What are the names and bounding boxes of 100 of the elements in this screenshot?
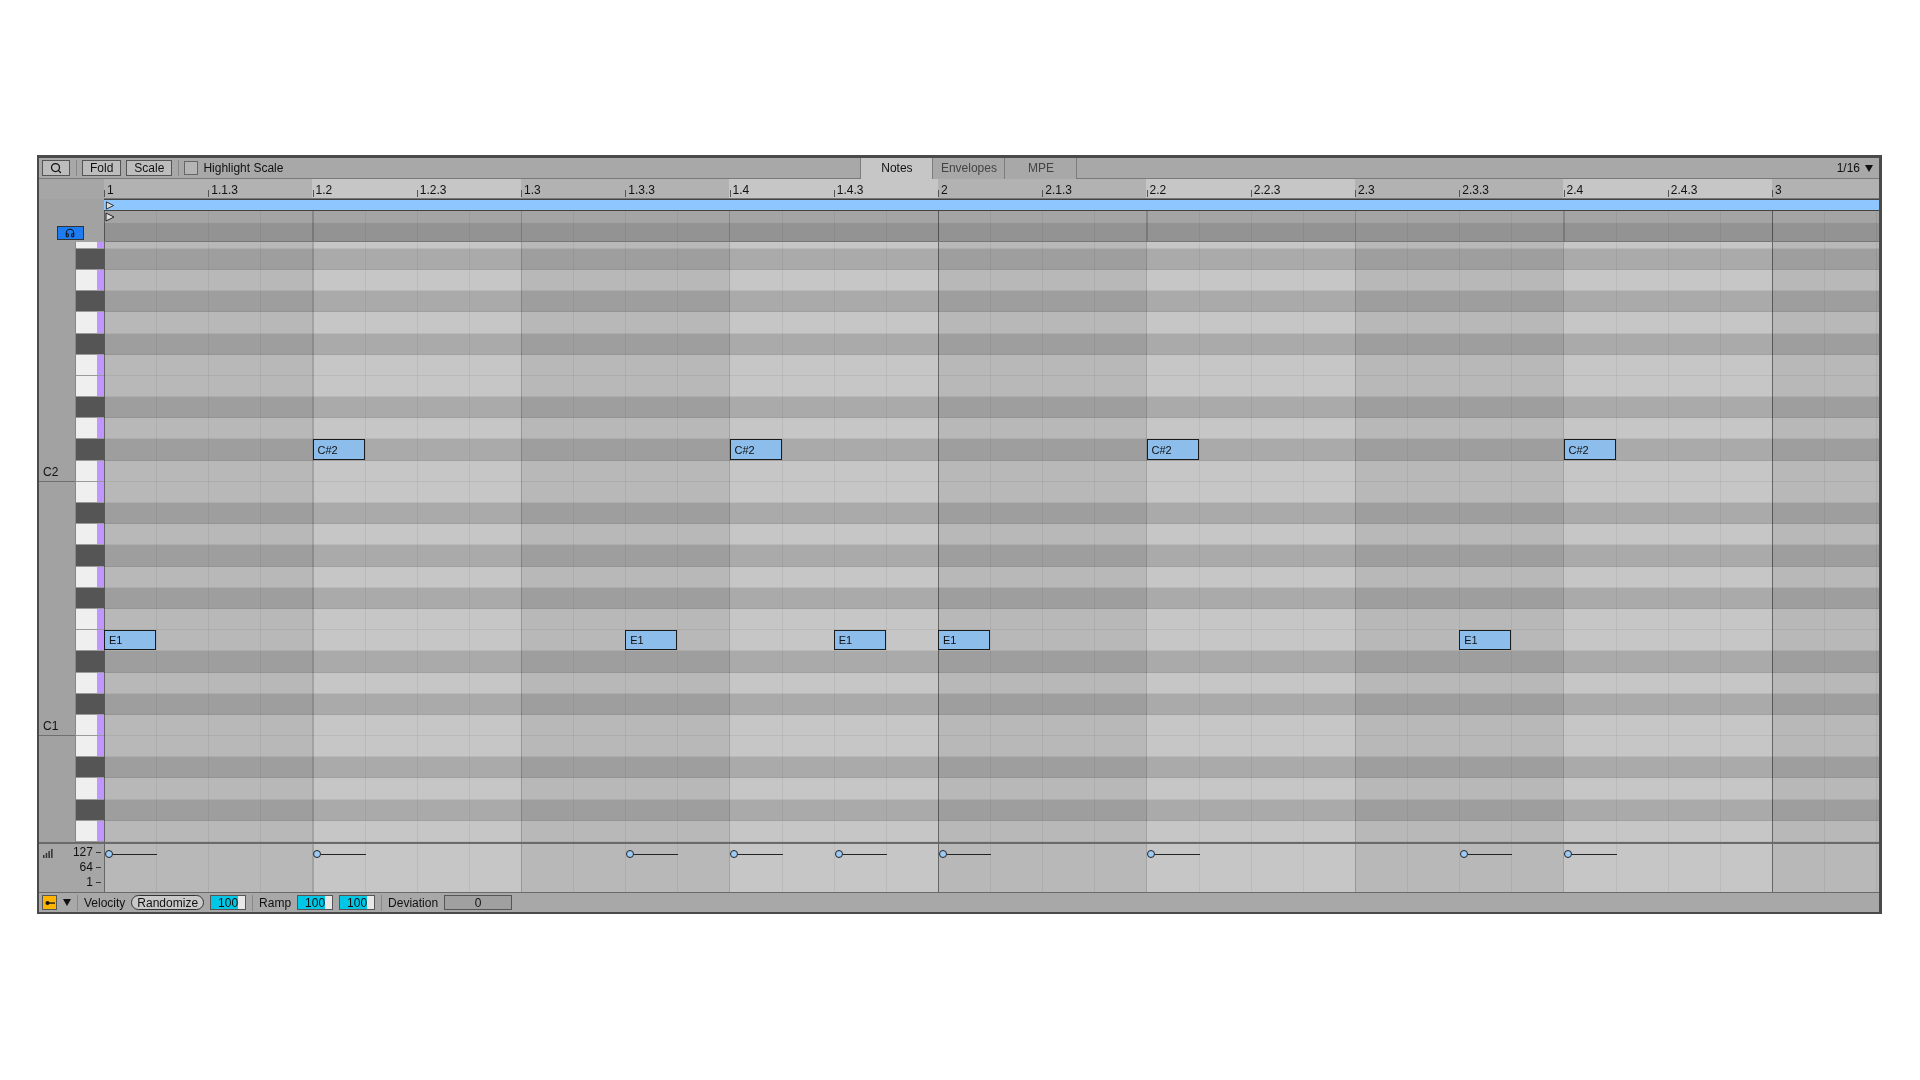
note-length-line (1155, 854, 1200, 855)
ruler-label: 2.2.3 (1250, 184, 1281, 197)
ruler-label: 2 (938, 184, 948, 197)
piano-key[interactable] (76, 333, 104, 355)
note-row[interactable] (104, 566, 1879, 588)
midi-note[interactable]: C#2 (729, 439, 782, 460)
piano-key[interactable] (76, 375, 104, 398)
piano-key[interactable] (76, 439, 104, 461)
octave-label: C2 (39, 460, 75, 482)
piano-key[interactable] (76, 397, 104, 419)
ruler-label: 2.1.3 (1042, 184, 1072, 197)
piano-key[interactable] (76, 651, 104, 673)
note-row[interactable] (104, 672, 1879, 694)
note-row[interactable] (104, 693, 1879, 715)
randomize-button[interactable]: Randomize (131, 895, 205, 910)
draw-mode-button[interactable] (42, 895, 57, 910)
fold-button[interactable]: Fold (82, 160, 122, 176)
ruler-label: 2.3.3 (1459, 184, 1489, 197)
velocity-handle[interactable] (626, 850, 635, 858)
note-length-line (634, 854, 679, 855)
piano-key[interactable] (76, 418, 104, 440)
velocity-handle[interactable] (313, 850, 322, 858)
ruler-label: 1 (104, 184, 114, 197)
piano-key[interactable] (76, 799, 104, 821)
note-length-line (321, 854, 366, 855)
ruler-label: 1.2.3 (416, 184, 447, 197)
ruler-label: 2.3 (1355, 184, 1375, 197)
midi-note[interactable]: C#2 (1146, 439, 1199, 460)
number-field[interactable]: 100 (297, 895, 334, 910)
headphones-icon (65, 227, 75, 238)
ruler-label: 1.2 (312, 184, 333, 197)
piano-key[interactable] (76, 693, 104, 715)
velocity-handle[interactable] (1564, 850, 1573, 858)
piano-key[interactable] (76, 587, 104, 609)
midi-note[interactable]: C#2 (312, 439, 365, 460)
ramp-label: Ramp (259, 895, 292, 910)
velocity-handle[interactable] (834, 850, 843, 858)
ruler-label: 1.1.3 (208, 184, 238, 197)
octave-label: C1 (39, 714, 75, 737)
piano-key[interactable] (76, 248, 104, 270)
timeline-ruler[interactable]: 1 1.1.3 1.2 1.2.3 1.3 1.3.3 1.4 1.4.3 2 2.1.3 2.2 2.2.3 2.3 2.3.3 2.4 2.4.3 3 (104, 179, 1879, 199)
ruler-label: 2.2 (1146, 184, 1167, 197)
dropdown-caret-icon (1865, 164, 1873, 172)
note-length-line (112, 854, 158, 855)
ruler-label: 2.4 (1563, 184, 1584, 197)
dropdown-caret-icon[interactable] (63, 899, 71, 906)
grid-setting[interactable]: 1/16 (1836, 161, 1860, 175)
search-icon (50, 162, 62, 174)
piano-key[interactable] (76, 630, 104, 652)
velocity-handle[interactable] (730, 850, 739, 858)
piano-key[interactable] (76, 503, 104, 525)
midi-note[interactable]: C#2 (1563, 439, 1616, 460)
editor-tab[interactable]: MPE (1004, 157, 1078, 179)
ruler-label: 1.4.3 (833, 184, 864, 197)
loop-bar[interactable] (104, 199, 1879, 211)
number-field[interactable]: 100 (339, 895, 376, 910)
ruler-label: 1.4 (729, 184, 750, 197)
deviation-label: Deviation (388, 895, 439, 910)
velocity-handle[interactable] (938, 850, 947, 858)
note-row[interactable] (104, 799, 1879, 821)
search-button[interactable] (42, 160, 70, 176)
ruler-label: 1.3.3 (625, 184, 655, 197)
number-field[interactable]: 0 (444, 895, 513, 910)
highlight-scale-checkbox[interactable] (184, 161, 199, 175)
velocity-bars-icon (43, 849, 53, 858)
ruler-label: 1.3 (521, 184, 541, 197)
velocity-handle[interactable] (1460, 850, 1469, 858)
ruler-label: 2.4.3 (1667, 184, 1698, 197)
note-length-line (1572, 854, 1617, 855)
piano-key[interactable] (76, 291, 104, 313)
note-row[interactable] (104, 333, 1879, 355)
note-row[interactable] (104, 587, 1879, 609)
midi-note[interactable]: E1 (1459, 630, 1512, 651)
midi-note[interactable]: E1 (625, 630, 678, 651)
velocity-label: Velocity (84, 895, 126, 910)
number-field[interactable]: 100 (210, 895, 247, 910)
note-row[interactable] (104, 820, 1879, 842)
note-row[interactable] (104, 460, 1879, 482)
scale-button[interactable]: Scale (126, 160, 173, 176)
piano-key[interactable] (76, 269, 104, 292)
piano-key[interactable] (76, 545, 104, 567)
velocity-handle[interactable] (104, 850, 113, 858)
editor-tab[interactable]: Notes (860, 157, 934, 179)
marker-lane[interactable] (104, 211, 1879, 223)
note-length-line (842, 854, 887, 855)
velocity-handle[interactable] (1147, 850, 1156, 858)
piano-key[interactable] (76, 524, 104, 546)
preview-button[interactable] (56, 225, 84, 240)
note-length-line (1468, 854, 1513, 855)
note-length-line (738, 854, 783, 855)
note-row[interactable]: C#2 C#2 C#2 C#2 (104, 439, 1879, 461)
highlight-scale-label: Highlight Scale (203, 161, 284, 175)
midi-note[interactable]: E1 (833, 630, 886, 651)
note-length-line (946, 854, 992, 855)
note-row[interactable]: E1 E1 E1 E1 E1 (104, 630, 1879, 652)
midi-note[interactable]: E1 (938, 630, 991, 651)
midi-note[interactable]: E1 (104, 630, 157, 651)
ruler-label: 3 (1772, 184, 1782, 197)
piano-key[interactable] (76, 736, 104, 758)
piano-key[interactable] (76, 757, 104, 779)
